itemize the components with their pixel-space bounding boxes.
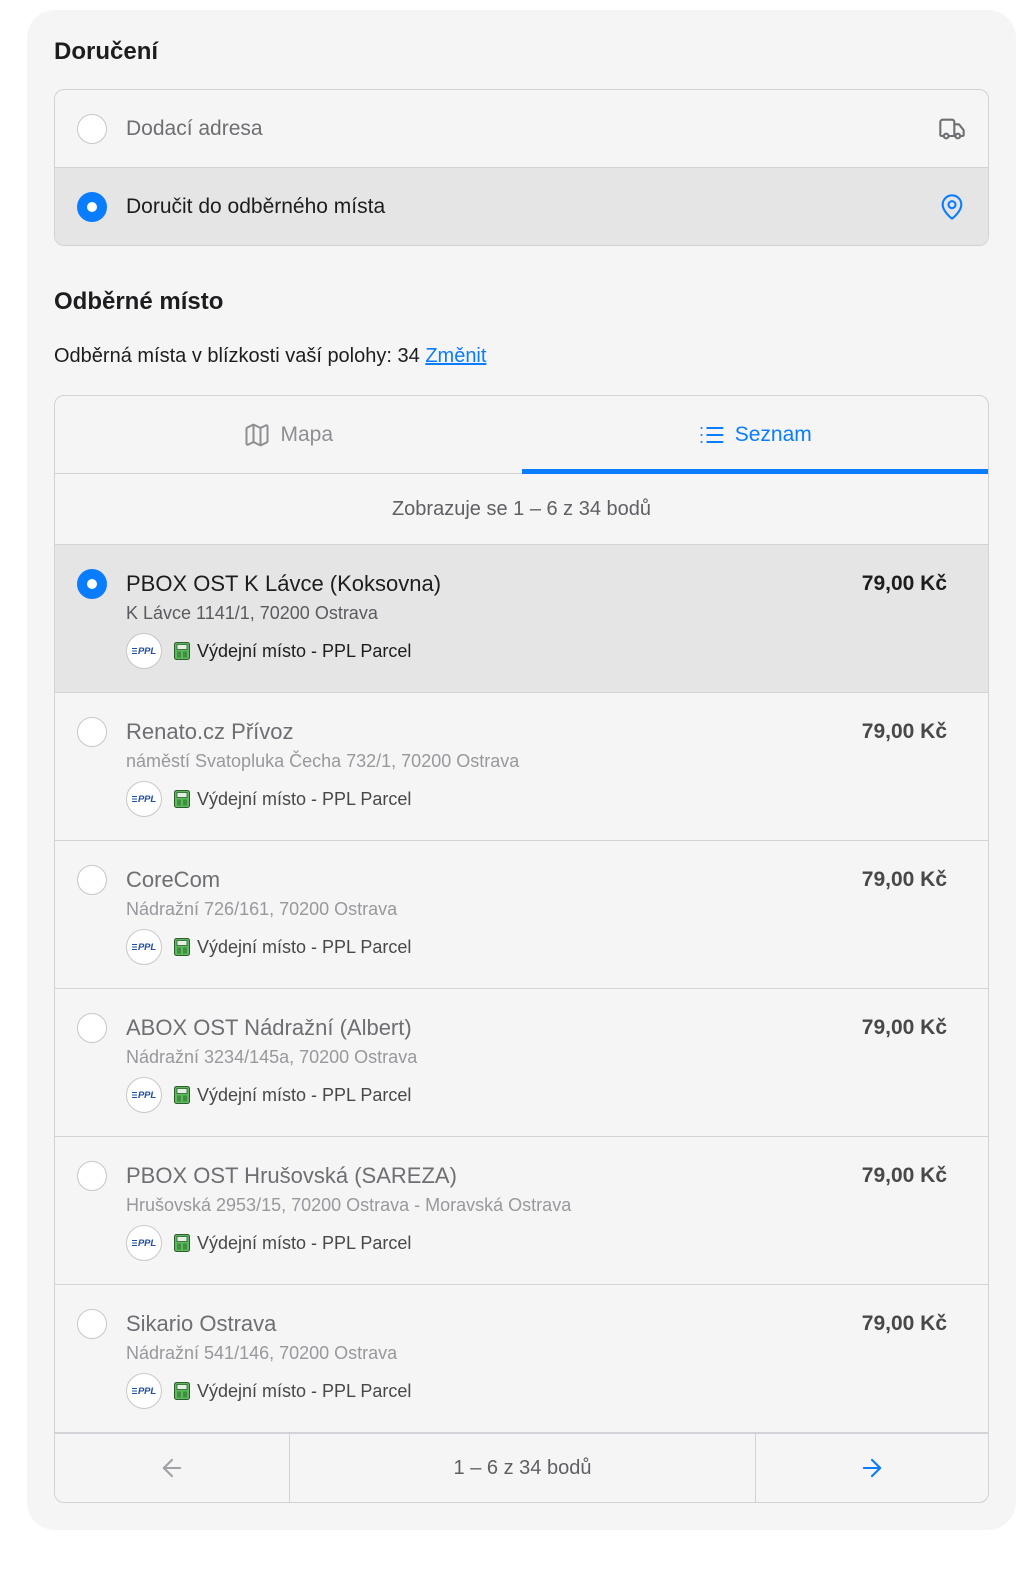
pagination: 1 – 6 z 34 bodů (55, 1433, 988, 1502)
pickup-point-name: PBOX OST Hrušovská (SAREZA) (126, 1163, 457, 1188)
map-icon (243, 421, 271, 449)
pickup-point-radio[interactable] (77, 1309, 107, 1339)
parcel-locker-icon (173, 1381, 191, 1401)
pickup-point-address: Nádražní 726/161, 70200 Ostrava (126, 899, 398, 919)
pickup-point-name: ABOX OST Nádražní (Albert) (126, 1015, 412, 1040)
pickup-point-name: Sikario Ostrava (126, 1311, 277, 1336)
delivery-option-pickup-point[interactable]: Doručit do odběrného místa (55, 168, 988, 245)
pickup-point-address: Nádražní 3234/145a, 70200 Ostrava (126, 1047, 418, 1067)
ppl-logo-text: PPL (138, 1385, 156, 1397)
pickup-point-address: náměstí Svatopluka Čecha 732/1, 70200 Os… (126, 751, 520, 771)
next-page-button[interactable] (756, 1434, 988, 1502)
pickup-point-type-label: Výdejní místo - PPL Parcel (197, 1232, 412, 1253)
pickup-point-name: Renato.cz Přívoz (126, 719, 294, 744)
ppl-logo-text: PPL (138, 793, 156, 805)
nearby-points-label: Odběrná místa v blízkosti vaší polohy: (54, 345, 392, 367)
parcel-locker-icon (173, 1233, 191, 1253)
tab-list-label: Seznam (734, 422, 812, 446)
pickup-point-type: PPL Výdejní místo - PPL Parcel (126, 1077, 947, 1113)
pickup-point-type-label: Výdejní místo - PPL Parcel (197, 788, 412, 809)
delivery-panel: Doručení Dodací adresa Doručit do odběrn… (27, 10, 1016, 1530)
pickup-point-item[interactable]: PBOX OST Hrušovská (SAREZA) 79,00 Kč Hru… (55, 1137, 988, 1285)
pickup-point-price: 79,00 Kč (861, 1312, 947, 1335)
pickup-point-address: K Lávce 1141/1, 70200 Ostrava (126, 603, 378, 623)
parcel-locker-icon (173, 641, 191, 661)
pickup-point-price: 79,00 Kč (861, 572, 947, 595)
pagination-label: 1 – 6 z 34 bodů (290, 1434, 756, 1502)
ppl-logo: PPL (126, 929, 162, 965)
pickup-point-item[interactable]: ABOX OST Nádražní (Albert) 79,00 Kč Nádr… (55, 989, 988, 1137)
truck-icon (938, 115, 966, 143)
pickup-point-type: PPL Výdejní místo - PPL Parcel (126, 633, 947, 669)
parcel-locker-icon (173, 1085, 191, 1105)
ppl-logo: PPL (126, 1373, 162, 1409)
delivery-options: Dodací adresa Doručit do odběrného místa (54, 89, 989, 246)
ppl-logo: PPL (126, 633, 162, 669)
pickup-point-type-label: Výdejní místo - PPL Parcel (197, 640, 412, 661)
pickup-point-price: 79,00 Kč (861, 720, 947, 743)
pickup-point-radio[interactable] (77, 1013, 107, 1043)
parcel-locker-icon (173, 937, 191, 957)
pickup-point-item[interactable]: CoreCom 79,00 Kč Nádražní 726/161, 70200… (55, 841, 988, 989)
ppl-logo: PPL (126, 1225, 162, 1261)
map-pin-icon (938, 193, 966, 221)
delivery-option-pickup-point-radio[interactable] (77, 191, 107, 222)
pickup-point-name: PBOX OST K Lávce (Koksovna) (126, 571, 442, 596)
pickup-points-list: Mapa Seznam Zobrazuje se 1 – 6 z 34 bodů… (54, 395, 989, 1503)
arrow-left-icon (162, 1458, 182, 1478)
tab-map-label: Mapa (280, 422, 334, 446)
pickup-heading: Odběrné místo (54, 288, 224, 315)
pickup-point-item[interactable]: Renato.cz Přívoz 79,00 Kč náměstí Svatop… (55, 693, 988, 841)
nearby-points-text: Odběrná místa v blízkosti vaší polohy: 3… (54, 342, 989, 370)
results-summary: Zobrazuje se 1 – 6 z 34 bodů (55, 474, 988, 545)
pickup-point-type-label: Výdejní místo - PPL Parcel (197, 936, 412, 957)
pickup-point-type: PPL Výdejní místo - PPL Parcel (126, 1225, 947, 1261)
parcel-locker-icon (173, 789, 191, 809)
ppl-logo: PPL (126, 781, 162, 817)
pickup-point-address: Nádražní 541/146, 70200 Ostrava (126, 1343, 398, 1363)
ppl-logo-text: PPL (138, 941, 156, 953)
delivery-option-address-label: Dodací adresa (126, 116, 263, 140)
pickup-point-price: 79,00 Kč (861, 1164, 947, 1187)
arrow-right-icon (862, 1458, 882, 1478)
pickup-point-item[interactable]: PBOX OST K Lávce (Koksovna) 79,00 Kč K L… (55, 545, 988, 693)
pickup-point-name: CoreCom (126, 867, 221, 892)
delivery-option-pickup-point-label: Doručit do odběrného místa (126, 194, 386, 218)
pickup-point-radio[interactable] (77, 1161, 107, 1191)
delivery-option-address-radio[interactable] (77, 113, 107, 144)
previous-page-button[interactable] (55, 1434, 290, 1502)
tab-list[interactable]: Seznam (521, 396, 989, 474)
pickup-point-type: PPL Výdejní místo - PPL Parcel (126, 929, 947, 965)
pickup-point-address: Hrušovská 2953/15, 70200 Ostrava - Morav… (126, 1195, 572, 1215)
delivery-heading: Doručení (54, 38, 159, 65)
pickup-point-item[interactable]: Sikario Ostrava 79,00 Kč Nádražní 541/14… (55, 1285, 988, 1433)
nearby-points-count: 34 (397, 345, 420, 367)
tab-map[interactable]: Mapa (55, 396, 522, 473)
pickup-point-radio[interactable] (77, 717, 107, 747)
pickup-point-type: PPL Výdejní místo - PPL Parcel (126, 781, 947, 817)
pickup-point-type-label: Výdejní místo - PPL Parcel (197, 1380, 412, 1401)
ppl-logo-text: PPL (138, 645, 156, 657)
pickup-point-price: 79,00 Kč (861, 1016, 947, 1039)
view-tabs: Mapa Seznam (55, 396, 988, 474)
list-icon (698, 421, 726, 449)
pickup-point-type: PPL Výdejní místo - PPL Parcel (126, 1373, 947, 1409)
pickup-point-type-label: Výdejní místo - PPL Parcel (197, 1084, 412, 1105)
delivery-option-address[interactable]: Dodací adresa (55, 90, 988, 168)
pickup-point-radio[interactable] (77, 865, 107, 895)
ppl-logo-text: PPL (138, 1237, 156, 1249)
pickup-point-radio[interactable] (77, 569, 107, 599)
ppl-logo-text: PPL (138, 1089, 156, 1101)
pickup-point-price: 79,00 Kč (861, 868, 947, 891)
ppl-logo: PPL (126, 1077, 162, 1113)
change-location-link[interactable]: Změnit (425, 345, 486, 367)
